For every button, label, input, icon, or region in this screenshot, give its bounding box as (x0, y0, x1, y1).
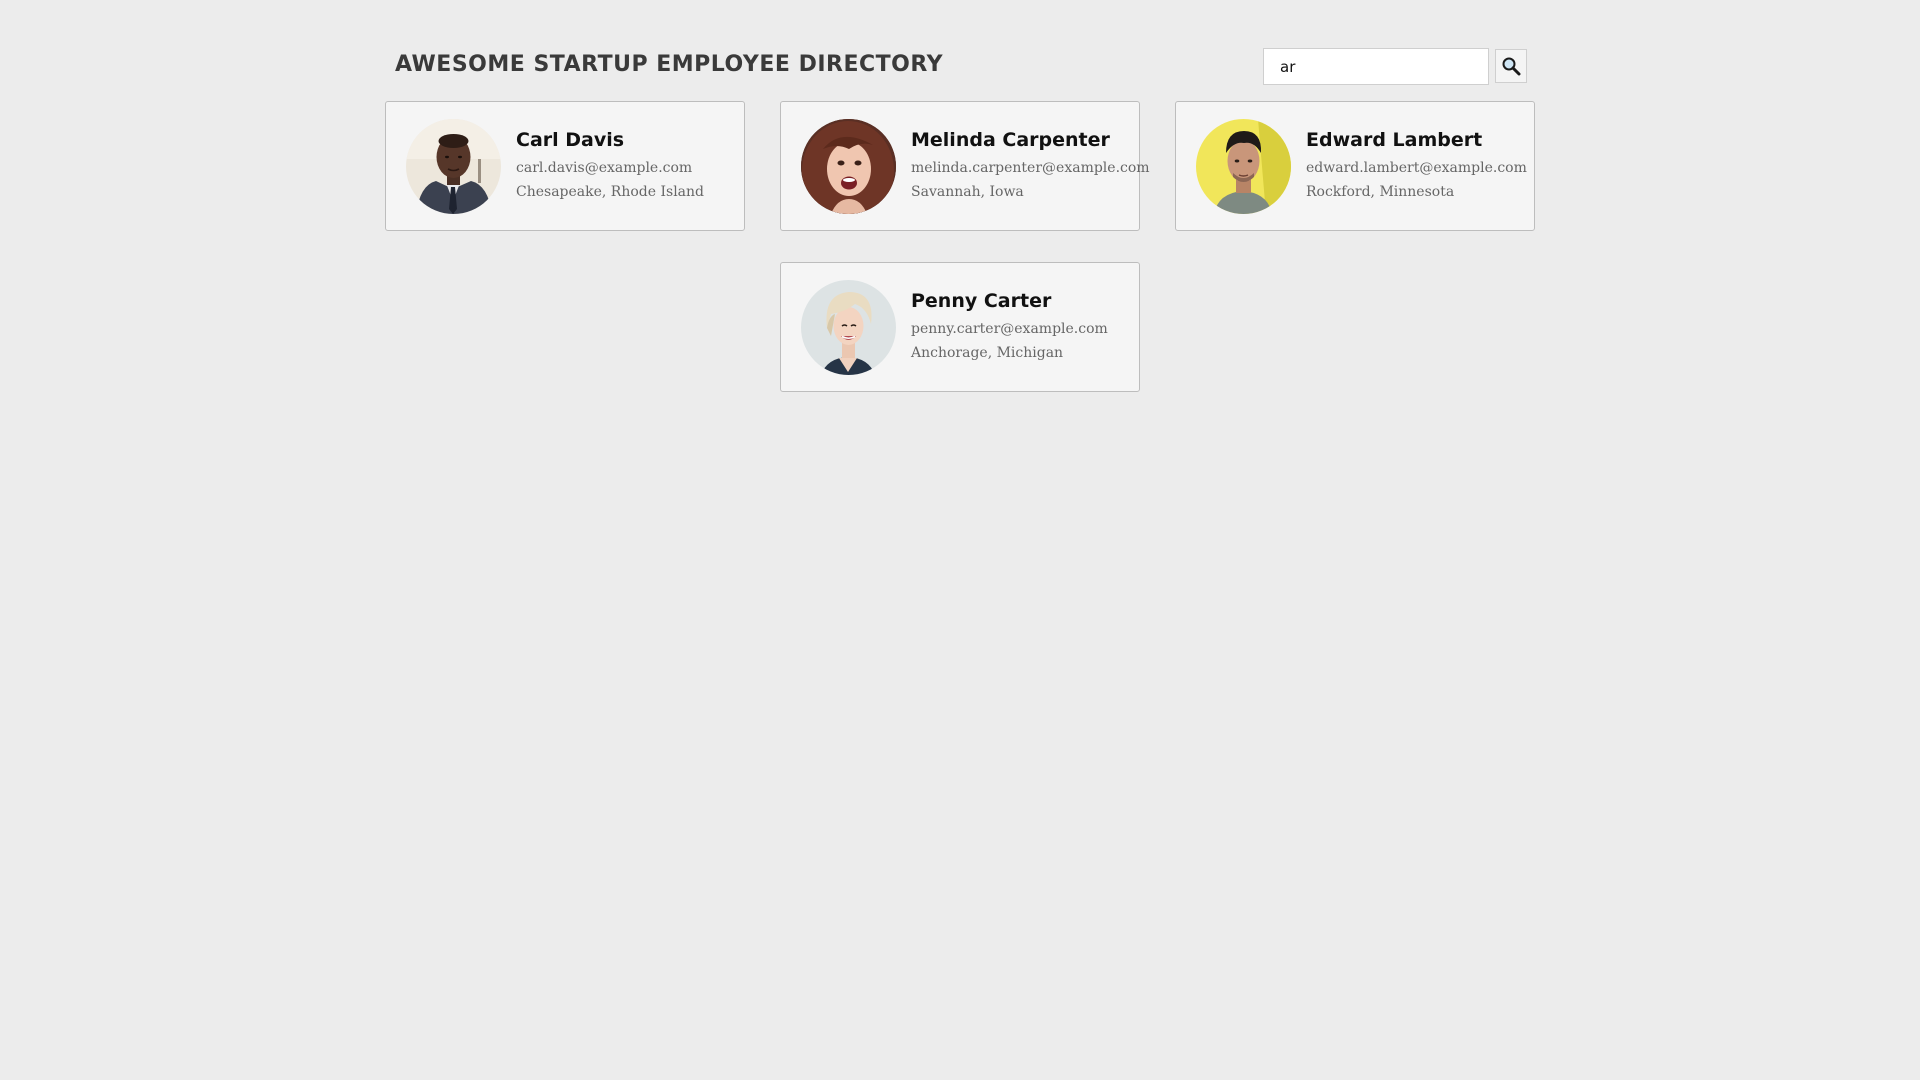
search-form (1263, 48, 1527, 86)
employee-card[interactable]: Carl Davis carl.davis@example.com Chesap… (385, 101, 745, 231)
employee-email: edward.lambert@example.com (1306, 159, 1527, 176)
employee-location: Savannah, Iowa (911, 183, 1024, 200)
employee-grid: Carl Davis carl.davis@example.com Chesap… (385, 101, 1535, 392)
page-title: AWESOME STARTUP EMPLOYEE DIRECTORY (395, 52, 944, 77)
employee-card[interactable]: Melinda Carpenter melinda.carpenter@exam… (780, 101, 1150, 231)
employee-location: Chesapeake, Rhode Island (516, 183, 705, 200)
employee-location: Rockford, Minnesota (1306, 183, 1455, 200)
avatar (1196, 118, 1291, 214)
employee-name: Edward Lambert (1306, 128, 1483, 151)
magnifier-icon (1502, 57, 1521, 76)
avatar (801, 118, 896, 214)
avatar (406, 118, 501, 214)
header: AWESOME STARTUP EMPLOYEE DIRECTORY (395, 48, 1527, 88)
search-button[interactable] (1495, 49, 1527, 83)
employee-name: Melinda Carpenter (911, 128, 1110, 151)
employee-card[interactable]: Edward Lambert edward.lambert@example.co… (1175, 101, 1535, 231)
employee-location: Anchorage, Michigan (911, 344, 1064, 361)
employee-name: Penny Carter (911, 289, 1052, 312)
employee-name: Carl Davis (516, 128, 625, 151)
employee-email: penny.carter@example.com (911, 320, 1108, 337)
employee-email: carl.davis@example.com (516, 159, 693, 176)
avatar (801, 279, 896, 375)
employee-email: melinda.carpenter@example.com (911, 159, 1150, 176)
page: AWESOME STARTUP EMPLOYEE DIRECTORY ar Ca… (0, 0, 1920, 1080)
employee-card[interactable]: Penny Carter penny.carter@example.com An… (780, 262, 1140, 392)
search-input[interactable] (1263, 48, 1489, 85)
